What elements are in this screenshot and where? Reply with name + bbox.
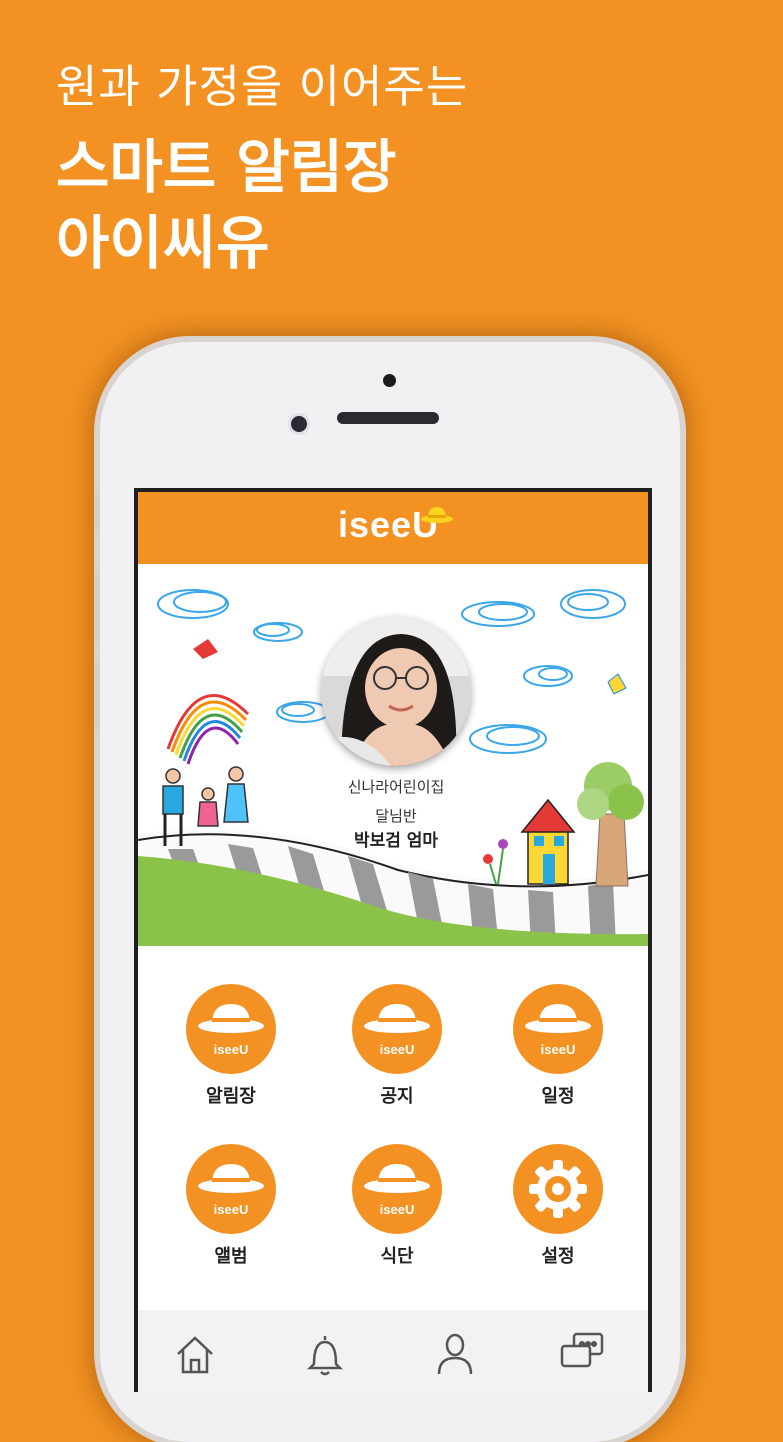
iseeu-hat-icon: iseeU: [513, 984, 603, 1074]
phone-speaker: [337, 412, 439, 424]
phone-side-button: [94, 572, 100, 642]
home-icon[interactable]: [170, 1328, 220, 1378]
menu-settings[interactable]: 설정: [493, 1144, 623, 1268]
menu-grid: iseeU 알림장 iseeU 공지 iseeU 일정 iseeU 앨범 ise…: [138, 946, 648, 1306]
menu-album[interactable]: iseeU 앨범: [166, 1144, 296, 1268]
svg-text:iseeU: iseeU: [380, 1042, 415, 1057]
menu-notebook[interactable]: iseeU 알림장: [166, 984, 296, 1108]
bell-icon[interactable]: [300, 1328, 350, 1378]
headline-line-1: 원과 가정을 이어주는: [56, 60, 469, 113]
gear-icon: [513, 1144, 603, 1234]
iseeu-hat-icon: iseeU: [186, 984, 276, 1074]
school-name: 신나라어린이집: [347, 778, 445, 796]
menu-notebook-label: 알림장: [206, 1086, 256, 1107]
menu-album-label: 앨범: [214, 1246, 248, 1267]
chat-icon[interactable]: [558, 1328, 608, 1378]
menu-notice-label: 공지: [380, 1086, 414, 1107]
bottom-tab-bar: [138, 1310, 648, 1392]
svg-text:iseeU: iseeU: [214, 1202, 249, 1217]
menu-schedule-label: 일정: [541, 1086, 575, 1107]
headline-line-3: 아이씨유: [56, 209, 270, 277]
iseeu-hat-icon: iseeU: [352, 1144, 442, 1234]
phone-side-button: [94, 492, 100, 532]
phone-side-button: [680, 592, 686, 672]
user-name: 박보검 엄마: [353, 831, 439, 851]
profile-banner: 신나라어린이집 달님반 박보검 엄마: [138, 564, 648, 946]
menu-settings-label: 설정: [541, 1246, 575, 1267]
svg-text:iseeU: iseeU: [214, 1042, 249, 1057]
menu-notice[interactable]: iseeU 공지: [332, 984, 462, 1108]
person-icon[interactable]: [430, 1328, 480, 1378]
menu-meal[interactable]: iseeU 식단: [332, 1144, 462, 1268]
svg-text:iseeU: iseeU: [541, 1042, 576, 1057]
svg-text:iseeU: iseeU: [380, 1202, 415, 1217]
avatar-photo: [321, 616, 471, 766]
iseeu-hat-icon: iseeU: [352, 984, 442, 1074]
hat-icon: [421, 507, 453, 523]
class-name: 달님반: [375, 807, 417, 825]
menu-schedule[interactable]: iseeU 일정: [493, 984, 623, 1108]
phone-sensor: [383, 374, 396, 387]
phone-side-button: [94, 662, 100, 732]
profile-avatar[interactable]: [321, 616, 471, 766]
menu-meal-label: 식단: [380, 1246, 414, 1267]
iseeu-hat-icon: iseeU: [186, 1144, 276, 1234]
phone-camera: [291, 416, 307, 432]
app-screen: iseeU 신나라어린이집 달님반 박보검 엄마 iseeU 알림장 iseeU…: [134, 488, 652, 1392]
iseeu-logo: iseeU: [338, 504, 458, 554]
headline-line-2: 스마트 알림장: [56, 133, 397, 201]
app-header: iseeU: [138, 492, 648, 564]
